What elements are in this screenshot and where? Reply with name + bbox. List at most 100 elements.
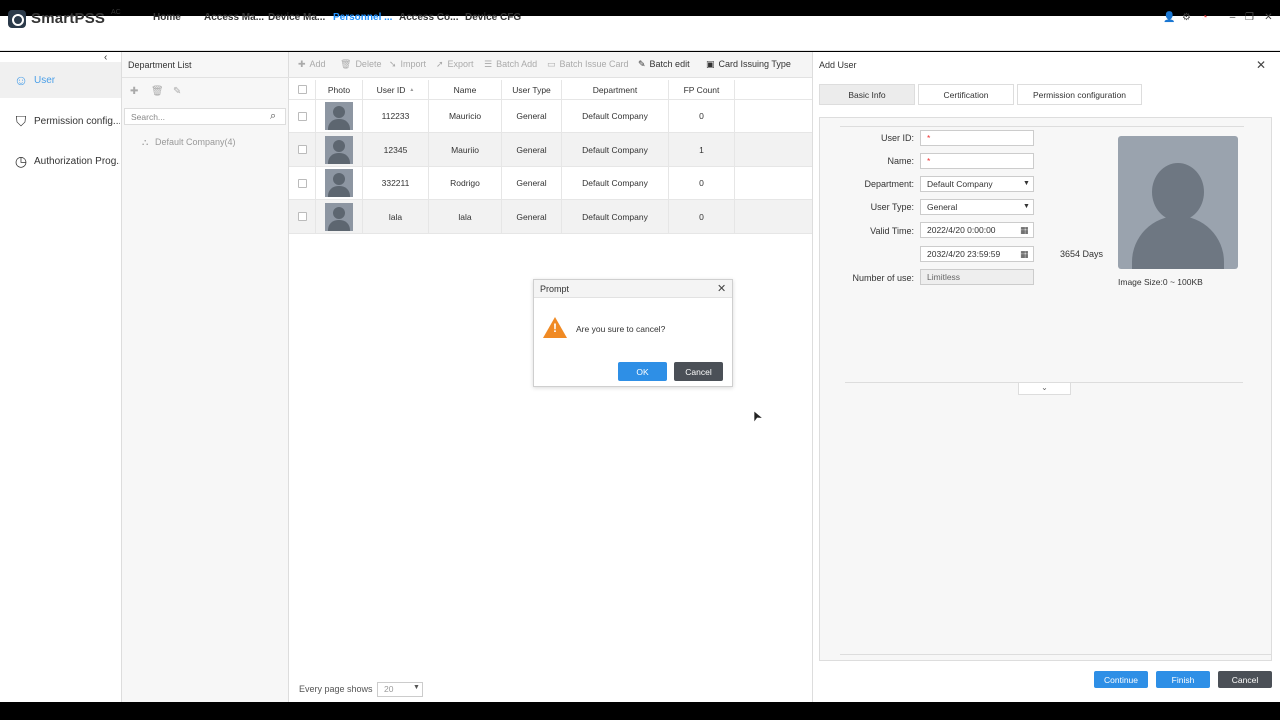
shield-icon: ⛉ [15,113,27,129]
avatar [325,169,353,197]
person-icon[interactable]: 👤 [1163,12,1175,23]
batch-issue-card-button[interactable]: ▭ Batch Issue Card [547,59,629,70]
continue-button[interactable]: Continue [1094,671,1148,688]
row-checkbox[interactable] [297,178,307,188]
user-id-cell: 112233 [363,100,429,132]
department-search-box [124,108,286,125]
column-header-photo[interactable]: Photo [316,80,363,99]
row-checkbox[interactable] [297,212,307,221]
ok-button[interactable]: OK [618,362,667,381]
row-checkbox-cell [289,167,316,199]
valid-end-field[interactable]: 2032/4/20 23:59:59 [920,246,1034,262]
add-user-title: Add User [819,60,857,70]
export-icon: ➚ [436,59,444,69]
import-button[interactable]: ➘ Import [389,59,426,70]
department-list-title: Department List [128,60,192,70]
name-label: Name: [887,156,914,166]
close-window-icon[interactable]: ✕ [1263,12,1274,23]
divider [122,77,289,78]
sidebar-item-user[interactable]: ☺ User [0,62,121,98]
finish-button[interactable]: Finish [1156,671,1210,688]
required-mark: * [927,133,931,143]
delete-department-icon[interactable]: 🗑 [151,86,164,97]
nav-home[interactable]: Home [153,12,181,23]
row-checkbox-cell [289,133,316,166]
tab-basic-info[interactable]: Basic Info [819,84,915,105]
batch-edit-button[interactable]: ✎ Batch edit [638,59,690,70]
nav-device-cfg[interactable]: Device CFG [465,12,521,23]
table-row[interactable]: lala lala General Default Company 0 [289,200,812,234]
logo-icon [8,10,26,28]
sidebar-item-label: User [34,74,56,86]
calendar-icon[interactable]: ▦ [1020,249,1029,260]
cancel-button[interactable]: Cancel [1218,671,1272,688]
minimize-icon[interactable]: – [1227,12,1238,23]
number-of-use-label: Number of use: [852,273,914,283]
clock-icon: ◷ [14,153,28,169]
batch-add-button[interactable]: ☰ Batch Add [484,59,537,70]
row-checkbox[interactable] [297,111,307,121]
export-button[interactable]: ➚ Export [436,59,474,70]
department-tree-root[interactable]: Default Company(4) [155,137,236,147]
add-department-icon[interactable]: ✚ [130,86,138,97]
calendar-icon[interactable]: ▦ [1020,225,1029,236]
user-id-field[interactable]: * [920,130,1034,146]
row-checkbox-cell [289,100,316,132]
avatar [325,135,353,164]
chevron-down-icon[interactable]: ▼ [1023,203,1030,210]
user-id-cell: 332211 [363,167,429,199]
nav-access-management[interactable]: Access Ma... [204,12,264,23]
photo-cell [316,200,363,233]
sidebar-item-authorization-progress[interactable]: ◷ Authorization Prog... [0,143,121,179]
delete-button[interactable]: 🗑 Delete [340,59,381,70]
column-header-department[interactable]: Department [562,80,669,99]
column-header-user-id[interactable]: User ID ▲ [363,80,429,99]
search-icon[interactable]: ⌕ [270,110,276,123]
column-header-name[interactable]: Name [429,80,502,99]
name-cell: Rodrigo [429,167,502,199]
tab-permission-configuration[interactable]: Permission configuration [1017,84,1142,105]
table-row[interactable]: 12345 Mauriio General Default Company 1 [289,133,812,167]
table-row[interactable]: 112233 Mauricio General Default Company … [289,100,812,133]
close-icon[interactable]: ✕ [717,282,726,295]
app-name-sup: AC [111,9,121,16]
divider [840,126,1244,127]
user-id-label: User ID: [880,133,914,143]
maximize-icon[interactable]: ❐ [1244,12,1255,23]
row-checkbox-cell [289,200,316,233]
valid-start-field[interactable]: 2022/4/20 0:00:00 [920,222,1034,238]
nav-personnel[interactable]: Personnel ... [333,12,392,23]
column-header-fp-count[interactable]: FP Count [669,80,735,99]
select-all-checkbox[interactable] [297,85,307,94]
add-button[interactable]: ✚ Add [298,59,326,70]
sidebar-item-permission-config[interactable]: ⛉ Permission config... [0,103,121,139]
department-select[interactable]: Default Company [920,176,1034,192]
edit-department-icon[interactable]: ✎ [173,86,181,97]
department-search-input[interactable] [125,109,265,124]
close-icon[interactable]: ✕ [1256,58,1266,72]
user-id-cell: lala [363,200,429,233]
gear-icon[interactable]: ⚙ [1181,12,1192,23]
divider [840,654,1271,655]
expand-chevron-icon[interactable]: ⌄ [1018,383,1071,395]
nav-access-control[interactable]: Access Co... [399,12,458,23]
nav-device-manager[interactable]: Device Ma... [268,12,325,23]
user-photo-placeholder[interactable] [1118,136,1238,269]
table-row[interactable]: 332211 Rodrigo General Default Company 0 [289,167,812,200]
name-field[interactable]: * [920,153,1034,169]
user-type-cell: General [502,100,562,132]
row-checkbox[interactable] [297,145,307,154]
department-cell: Default Company [562,133,669,166]
alarm-icon[interactable]: ◔ [1199,12,1210,23]
user-type-select[interactable]: General [920,199,1034,215]
chevron-down-icon[interactable]: ▼ [413,684,420,691]
column-header-user-type[interactable]: User Type [502,80,562,99]
avatar [325,202,353,231]
prompt-message: Are you sure to cancel? [576,324,666,334]
tab-certification[interactable]: Certification [918,84,1014,105]
chevron-down-icon[interactable]: ▼ [1023,180,1030,187]
prompt-cancel-button[interactable]: Cancel [674,362,723,381]
department-cell: Default Company [562,200,669,233]
card-issuing-type-button[interactable]: ▣ Card Issuing Type [706,59,791,70]
trash-icon: 🗑 [340,59,352,69]
